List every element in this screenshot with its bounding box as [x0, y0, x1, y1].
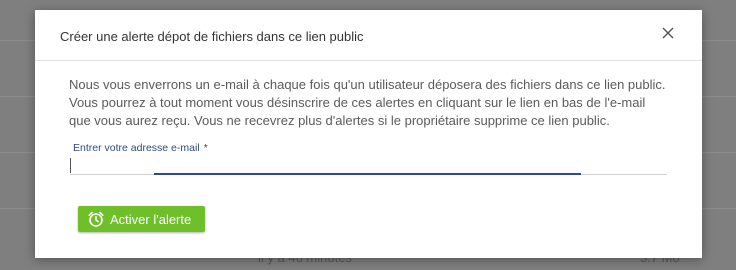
alert-dialog: Créer une alerte dépot de fichiers dans … — [35, 10, 702, 258]
dialog-title: Créer une alerte dépot de fichiers dans … — [60, 29, 364, 44]
dialog-description: Nous vous enverrons un e-mail à chaque f… — [69, 77, 666, 128]
email-field-label-text: Entrer votre adresse e-mail — [73, 142, 200, 154]
close-button[interactable] — [658, 23, 678, 43]
email-field-focus-underline — [154, 173, 581, 175]
required-mark: * — [203, 142, 208, 154]
alarm-clock-icon — [88, 211, 104, 227]
activate-alert-label: Activer l'alerte — [110, 212, 192, 227]
email-field-group: Entrer votre adresse e-mail * — [70, 142, 667, 176]
email-input[interactable] — [70, 156, 667, 174]
close-icon — [662, 27, 674, 39]
activate-alert-button[interactable]: Activer l'alerte — [78, 206, 205, 232]
email-field-label: Entrer votre adresse e-mail * — [73, 142, 208, 154]
dialog-header: Créer une alerte dépot de fichiers dans … — [35, 10, 702, 61]
text-caret — [70, 158, 71, 173]
